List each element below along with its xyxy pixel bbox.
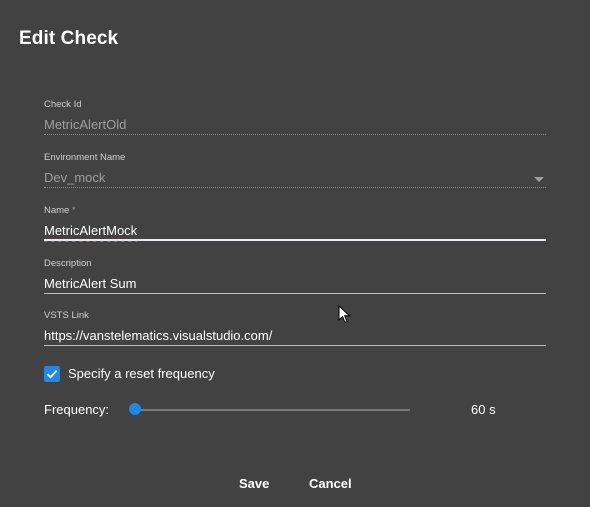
check-id-underline — [44, 134, 546, 135]
check-id-field: Check Id MetricAlertOld — [44, 99, 546, 135]
reset-frequency-checkbox[interactable] — [44, 366, 60, 382]
description-underline — [44, 293, 546, 294]
description-label: Description — [44, 258, 92, 269]
check-id-label: Check Id — [44, 99, 82, 110]
name-underline — [44, 239, 546, 241]
check-id-value: MetricAlertOld — [44, 117, 127, 132]
vsts-link-label: VSTS Link — [44, 310, 89, 321]
edit-check-dialog: Edit Check Check Id MetricAlertOld Envir… — [0, 0, 590, 507]
mouse-pointer-icon — [338, 305, 351, 324]
vsts-link-input[interactable]: https://vanstelematics.visualstudio.com/ — [44, 328, 272, 343]
name-label: Name * — [44, 205, 546, 216]
frequency-slider-track[interactable] — [135, 409, 410, 411]
environment-select: Environment Name Dev_mock — [44, 152, 546, 188]
frequency-label: Frequency: — [44, 402, 110, 417]
frequency-slider-thumb[interactable] — [129, 403, 141, 415]
cancel-button[interactable]: Cancel — [309, 476, 352, 491]
description-input[interactable]: MetricAlert Sum — [44, 276, 136, 291]
check-icon — [46, 369, 58, 379]
dropdown-arrow-icon — [534, 177, 544, 182]
environment-label: Environment Name — [44, 152, 126, 163]
name-field[interactable]: Name * MetricAlertMock — [44, 205, 546, 241]
name-value: MetricAlertMock — [44, 223, 138, 238]
name-input[interactable]: MetricAlertMock — [44, 223, 137, 238]
required-asterisk: * — [71, 205, 76, 216]
environment-underline — [44, 187, 546, 188]
reset-frequency-label[interactable]: Specify a reset frequency — [68, 366, 215, 381]
name-label-text: Name — [44, 205, 70, 216]
dialog-title: Edit Check — [19, 28, 119, 49]
frequency-value: 60 s — [471, 402, 496, 417]
vsts-link-field[interactable]: VSTS Link https://vanstelematics.visuals… — [44, 310, 546, 346]
save-button[interactable]: Save — [239, 476, 269, 491]
description-field[interactable]: Description MetricAlert Sum — [44, 258, 546, 294]
environment-value: Dev_mock — [44, 170, 106, 185]
vsts-link-underline — [44, 345, 546, 346]
